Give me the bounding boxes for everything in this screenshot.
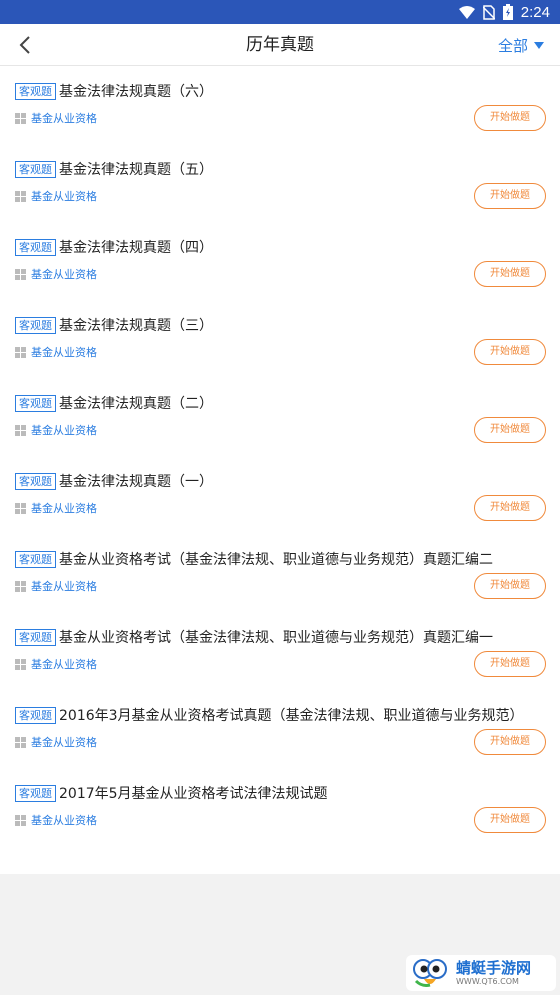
- list-item[interactable]: 客观题 基金法律法规真题（一） 基金从业资格 开始做题: [0, 456, 560, 534]
- grid-icon: [15, 580, 26, 592]
- item-category: 基金从业资格: [31, 112, 97, 125]
- list-item[interactable]: 客观题 基金法律法规真题（三） 基金从业资格 开始做题: [0, 300, 560, 378]
- tag-badge: 客观题: [15, 628, 56, 646]
- item-title: 基金法律法规真题（二）: [59, 396, 213, 412]
- item-title: 基金法律法规真题（五）: [59, 162, 213, 178]
- item-category: 基金从业资格: [31, 424, 97, 437]
- item-title: 基金法律法规真题（六）: [59, 84, 213, 100]
- start-button[interactable]: 开始做题: [474, 105, 546, 131]
- item-category: 基金从业资格: [31, 814, 97, 827]
- status-time: 2:24: [520, 3, 550, 21]
- tag-badge: 客观题: [15, 82, 56, 100]
- status-bar: 2:24: [0, 0, 560, 24]
- item-title: 基金法律法规真题（一）: [59, 474, 213, 490]
- item-title: 基金法律法规真题（四）: [59, 240, 213, 256]
- start-button[interactable]: 开始做题: [474, 573, 546, 599]
- start-button[interactable]: 开始做题: [474, 807, 546, 833]
- list-item[interactable]: 客观题 基金法律法规真题（二） 基金从业资格 开始做题: [0, 378, 560, 456]
- start-button[interactable]: 开始做题: [474, 651, 546, 677]
- item-title: 2016年3月基金从业资格考试真题（基金法律法规、职业道德与业务规范）: [59, 708, 524, 724]
- tag-badge: 客观题: [15, 160, 56, 178]
- item-title: 基金法律法规真题（三）: [59, 318, 213, 334]
- item-category: 基金从业资格: [31, 658, 97, 671]
- battery-icon: [502, 4, 513, 20]
- item-category: 基金从业资格: [31, 346, 97, 359]
- start-button[interactable]: 开始做题: [474, 417, 546, 443]
- item-title: 2017年5月基金从业资格考试法律法规试题: [59, 786, 328, 802]
- grid-icon: [15, 346, 26, 358]
- watermark-name: 蜻蜓手游网: [456, 959, 532, 977]
- start-button[interactable]: 开始做题: [474, 729, 546, 755]
- list-item[interactable]: 客观题 基金从业资格考试（基金法律法规、职业道德与业务规范）真题汇编二 基金从业资…: [0, 534, 560, 612]
- start-button[interactable]: 开始做题: [474, 183, 546, 209]
- tag-badge: 客观题: [15, 706, 56, 724]
- watermark: 蜻蜓手游网 WWW.QT6.COM: [406, 955, 556, 991]
- grid-icon: [15, 268, 26, 280]
- item-title: 基金从业资格考试（基金法律法规、职业道德与业务规范）真题汇编二: [59, 552, 493, 568]
- list-item[interactable]: 客观题 基金法律法规真题（六） 基金从业资格 开始做题: [0, 66, 560, 144]
- grid-icon: [15, 814, 26, 826]
- watermark-url: WWW.QT6.COM: [456, 977, 519, 986]
- list-item[interactable]: 客观题 基金法律法规真题（五） 基金从业资格 开始做题: [0, 144, 560, 222]
- item-category: 基金从业资格: [31, 190, 97, 203]
- no-sim-icon: [482, 4, 495, 20]
- item-title: 基金从业资格考试（基金法律法规、职业道德与业务规范）真题汇编一: [59, 630, 493, 646]
- filter-label: 全部: [497, 36, 528, 55]
- item-category: 基金从业资格: [31, 502, 97, 515]
- tag-badge: 客观题: [15, 784, 56, 802]
- start-button[interactable]: 开始做题: [474, 495, 546, 521]
- start-button[interactable]: 开始做题: [474, 261, 546, 287]
- exam-list: 客观题 基金法律法规真题（六） 基金从业资格 开始做题 客观题 基金法律法规真题（五…: [0, 66, 560, 874]
- tag-badge: 客观题: [15, 316, 56, 334]
- tag-badge: 客观题: [15, 472, 56, 490]
- app-header: 历年真题 全部: [0, 24, 560, 66]
- list-item[interactable]: 客观题 基金法律法规真题（四） 基金从业资格 开始做题: [0, 222, 560, 300]
- grid-icon: [15, 424, 26, 436]
- list-item[interactable]: 客观题 2017年5月基金从业资格考试法律法规试题 基金从业资格 开始做题: [0, 768, 560, 846]
- item-category: 基金从业资格: [31, 580, 97, 593]
- item-category: 基金从业资格: [31, 268, 97, 281]
- grid-icon: [15, 502, 26, 514]
- wifi-icon: [458, 5, 475, 19]
- grid-icon: [15, 190, 26, 202]
- grid-icon: [15, 658, 26, 670]
- page-title: 历年真题: [246, 35, 314, 55]
- tag-badge: 客观题: [15, 550, 56, 568]
- grid-icon: [15, 112, 26, 124]
- tag-badge: 客观题: [15, 238, 56, 256]
- filter-dropdown[interactable]: 全部: [498, 24, 544, 66]
- start-button[interactable]: 开始做题: [474, 339, 546, 365]
- dragonfly-logo-icon: [413, 959, 447, 987]
- caret-down-icon: [534, 41, 544, 49]
- tag-badge: 客观题: [15, 394, 56, 412]
- item-category: 基金从业资格: [31, 736, 97, 749]
- list-item[interactable]: 客观题 基金从业资格考试（基金法律法规、职业道德与业务规范）真题汇编一 基金从业资…: [0, 612, 560, 690]
- grid-icon: [15, 736, 26, 748]
- list-item[interactable]: 客观题 2016年3月基金从业资格考试真题（基金法律法规、职业道德与业务规范） 基…: [0, 690, 560, 768]
